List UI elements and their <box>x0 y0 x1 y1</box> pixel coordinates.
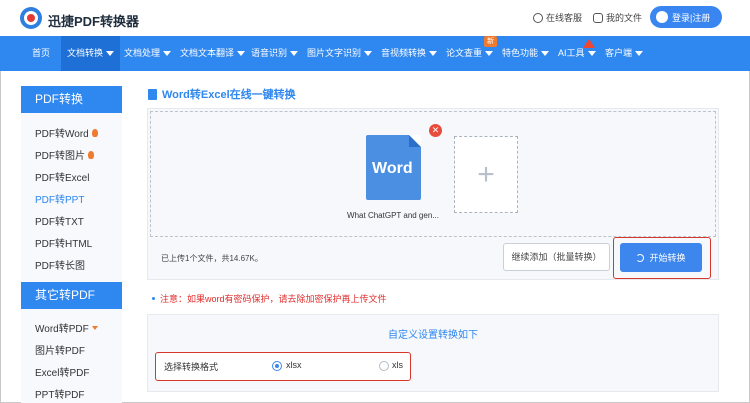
sidebar-item-label: PDF转Excel <box>35 173 90 184</box>
sidebar-item-word-to-pdf[interactable]: Word转PDF <box>35 320 98 335</box>
convert-icon <box>636 253 645 262</box>
nav-av-convert[interactable]: 音视频转换 <box>381 36 438 71</box>
sidebar-item-ppt-to-pdf[interactable]: PPT转PDF <box>35 386 84 401</box>
sidebar-item-pdf-to-image[interactable]: PDF转图片 <box>35 147 94 162</box>
start-convert-label: 开始转换 <box>649 253 686 263</box>
sidebar-item-label: PDF转Word <box>35 129 89 140</box>
logo-icon <box>20 7 42 29</box>
sidebar-item-pdf-to-ppt[interactable]: PDF转PPT <box>35 191 84 206</box>
nav-translate[interactable]: 文档文本翻译 <box>180 36 246 71</box>
sidebar-item-label: PDF转PPT <box>35 195 85 206</box>
nav-label: 首页 <box>32 48 51 58</box>
nav-label: 语音识别 <box>251 48 288 58</box>
fire-icon <box>91 128 98 137</box>
fire-icon <box>88 150 94 159</box>
sidebar-item-label: PDF转HTML <box>35 239 93 250</box>
format-label: 选择转换格式 <box>164 362 219 372</box>
notice-text: 注意：如果word有密码保护，请去除加密保护再上传文件 <box>152 292 387 305</box>
sidebar-item-image-to-pdf[interactable]: 图片转PDF <box>35 342 85 357</box>
nav-label: 文档文本翻译 <box>180 48 235 58</box>
chevron-down-icon <box>237 51 246 57</box>
brand-name: 迅捷PDF转换器 <box>48 14 140 29</box>
nav-label: 图片文字识别 <box>307 48 362 58</box>
remove-file-icon[interactable]: ✕ <box>429 124 442 137</box>
sidebar-item-label: PDF转TXT <box>35 217 84 228</box>
radio-xls[interactable] <box>379 361 389 371</box>
page-title-text: Word转Excel在线一键转换 <box>162 89 296 101</box>
new-badge: 新 <box>484 36 497 47</box>
sidebar-item-excel-to-pdf[interactable]: Excel转PDF <box>35 364 89 379</box>
chevron-down-icon <box>163 51 172 57</box>
page-title: Word转Excel在线一键转换 <box>148 86 296 102</box>
file-name: What ChatGPT and gen... <box>347 211 439 220</box>
headset-icon <box>533 12 543 23</box>
chevron-down-icon <box>485 51 494 57</box>
sidebar-item-pdf-to-word[interactable]: PDF转Word <box>35 125 98 140</box>
chevron-down-icon <box>106 51 115 57</box>
main-nav: 首页 文档转换 文档处理 文档文本翻译 语音识别 图片文字识别 音视频转换 论文… <box>0 36 750 71</box>
notice-label: 注意：如果word有密码保护，请去除加密保护再上传文件 <box>160 294 387 304</box>
my-files-label: 我的文件 <box>606 13 643 23</box>
chevron-down-icon <box>91 325 98 330</box>
sidebar-item-label: PDF转长图 <box>35 261 85 272</box>
add-file-button[interactable]: + <box>454 136 518 213</box>
radio-xls-label[interactable]: xls <box>392 360 403 370</box>
nav-label: 特色功能 <box>502 48 539 58</box>
sidebar-item-label: Excel转PDF <box>35 368 90 379</box>
support-link[interactable]: 在线客服 <box>533 11 582 24</box>
user-icon <box>656 11 668 23</box>
upload-status: 已上传1个文件，共14.67K。 <box>161 254 263 263</box>
nav-label: 客户端 <box>605 48 633 58</box>
nav-client[interactable]: 客户端 <box>605 36 644 71</box>
radio-xlsx-label[interactable]: xlsx <box>286 360 302 370</box>
nav-features[interactable]: 特色功能 <box>502 36 550 71</box>
sidebar-group-pdf-convert: PDF转换 <box>21 86 122 113</box>
sidebar-item-pdf-to-excel[interactable]: PDF转Excel <box>35 169 89 184</box>
sidebar-group-other-to-pdf: 其它转PDF <box>21 282 122 309</box>
nav-speech[interactable]: 语音识别 <box>251 36 299 71</box>
start-convert-button[interactable]: 开始转换 <box>620 243 702 272</box>
nav-label: 论文查重 <box>446 48 483 58</box>
word-file-icon-text: Word <box>372 160 413 177</box>
nav-doc-process[interactable]: 文档处理 <box>124 36 172 71</box>
nav-label: 文档处理 <box>124 48 161 58</box>
my-files-link[interactable]: 我的文件 <box>593 11 642 24</box>
nav-label: AI工具 <box>558 48 585 58</box>
file-icon <box>593 12 603 23</box>
sidebar-item-label: Word转PDF <box>35 324 89 335</box>
login-button[interactable]: 登录|注册 <box>650 6 722 28</box>
nav-doc-convert[interactable]: 文档转换 <box>61 36 121 71</box>
nav-home[interactable]: 首页 <box>32 36 50 71</box>
radio-xlsx[interactable] <box>272 361 282 371</box>
login-label: 登录|注册 <box>672 12 711 23</box>
support-label: 在线客服 <box>546 13 583 23</box>
options-title: 自定义设置转换如下 <box>388 330 478 341</box>
sidebar-item-label: PPT转PDF <box>35 390 85 401</box>
document-icon <box>148 88 157 100</box>
chevron-down-icon <box>364 51 373 57</box>
chevron-down-icon <box>429 51 438 57</box>
sidebar-item-label: 图片转PDF <box>35 346 85 357</box>
nav-label: 音视频转换 <box>381 48 427 58</box>
sidebar-item-pdf-to-html[interactable]: PDF转HTML <box>35 235 92 250</box>
chevron-down-icon <box>290 51 299 57</box>
top-header: 迅捷PDF转换器 在线客服 我的文件 登录|注册 <box>0 0 750 36</box>
bullet-icon <box>152 297 155 300</box>
batch-add-button[interactable]: 继续添加（批量转换） <box>503 243 610 271</box>
hot-badge-icon <box>583 39 595 48</box>
nav-ocr[interactable]: 图片文字识别 <box>307 36 373 71</box>
sidebar-item-pdf-to-txt[interactable]: PDF转TXT <box>35 213 84 228</box>
nav-label: 文档转换 <box>67 48 104 58</box>
chevron-down-icon <box>541 51 550 57</box>
sidebar-item-pdf-to-long-image[interactable]: PDF转长图 <box>35 257 85 272</box>
sidebar-item-label: PDF转图片 <box>35 151 85 162</box>
chevron-down-icon <box>635 51 644 57</box>
chevron-down-icon <box>587 51 596 57</box>
